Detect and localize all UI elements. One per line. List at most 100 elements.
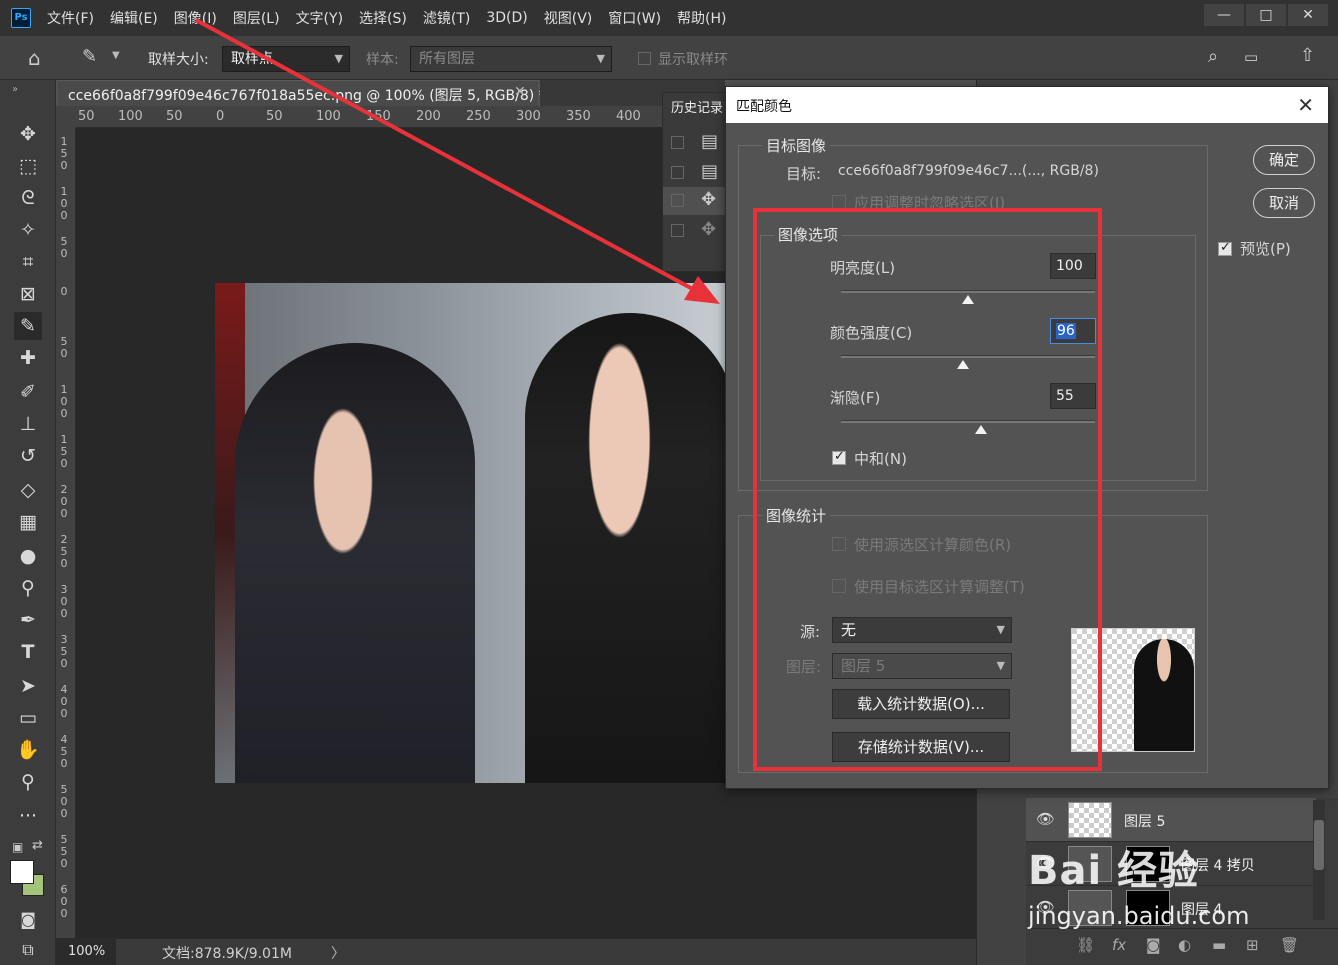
new-group-icon[interactable]: ▬: [1212, 936, 1226, 954]
screen-mode-icon[interactable]: ⧉: [14, 936, 42, 964]
document-tab[interactable]: cce66f0a8f799f09e46c767f018a55ec.png @ 1…: [58, 80, 546, 106]
eyedropper-tool-icon[interactable]: ✎: [82, 46, 97, 67]
menu-type[interactable]: 文字(Y): [296, 8, 343, 28]
fade-input[interactable]: 55: [1050, 383, 1096, 409]
history-item[interactable]: ▤: [663, 159, 725, 187]
type-tool-icon[interactable]: T: [14, 638, 42, 666]
hand-tool-icon[interactable]: ✋: [14, 736, 42, 764]
menu-image[interactable]: 图像(I): [174, 8, 217, 28]
status-menu-arrow-icon[interactable]: 〉: [331, 943, 345, 963]
history-item[interactable]: ✥: [663, 187, 725, 215]
luminance-input[interactable]: 100: [1050, 253, 1096, 279]
layer-row[interactable]: 👁 图层 4 拷贝: [1026, 842, 1316, 886]
history-checkbox[interactable]: [671, 194, 684, 207]
delete-layer-icon[interactable]: 🗑: [1280, 936, 1299, 954]
brush-tool-icon[interactable]: ✐: [14, 378, 42, 406]
eyedropper-tool-icon[interactable]: ✎: [14, 312, 42, 340]
menu-3d[interactable]: 3D(D): [486, 10, 527, 26]
use-target-selection-checkbox[interactable]: [832, 579, 846, 593]
sample-size-select[interactable]: 取样点 ▼: [222, 46, 350, 72]
layer-name[interactable]: 图层 4: [1181, 899, 1222, 919]
layer-name[interactable]: 图层 5: [1124, 811, 1165, 831]
show-ring-checkbox[interactable]: [638, 52, 651, 65]
preview-checkbox[interactable]: [1218, 240, 1232, 256]
rectangle-tool-icon[interactable]: ▭: [14, 704, 42, 732]
horizontal-ruler[interactable]: 50 100 50 0 50 100 150 200 250 300 350 4…: [76, 106, 726, 128]
history-brush-tool-icon[interactable]: ↺: [14, 442, 42, 470]
foreground-color-swatch[interactable]: [10, 860, 34, 884]
quick-select-tool-icon[interactable]: ✧: [14, 216, 42, 244]
move-tool-icon[interactable]: ✥: [14, 120, 42, 148]
sample-select[interactable]: 所有图层 ▼: [410, 46, 612, 72]
home-icon[interactable]: ⌂: [28, 46, 41, 70]
more-tools-icon[interactable]: ···: [14, 802, 42, 830]
vertical-ruler[interactable]: 150 100 50 0 50 100 150 200 250 300 350 …: [56, 128, 76, 938]
tool-preset-chevron-icon[interactable]: ▼: [112, 50, 120, 61]
close-icon[interactable]: ✕: [1297, 93, 1314, 117]
marquee-tool-icon[interactable]: ⬚: [14, 152, 42, 180]
ignore-selection-checkbox[interactable]: [832, 195, 846, 209]
eye-icon[interactable]: 👁: [1036, 898, 1055, 916]
workspace-icon[interactable]: ▭: [1244, 48, 1258, 66]
share-icon[interactable]: ⇧: [1300, 45, 1315, 66]
quick-mask-icon[interactable]: ◙: [14, 906, 42, 934]
layer-row[interactable]: 👁 图层 5: [1026, 798, 1316, 842]
zoom-tool-icon[interactable]: ⚲: [14, 768, 42, 796]
healing-brush-tool-icon[interactable]: ✚: [14, 344, 42, 372]
layer-select[interactable]: 图层 5 ▼: [832, 653, 1012, 679]
menu-filter[interactable]: 滤镜(T): [423, 8, 470, 28]
pen-tool-icon[interactable]: ✒: [14, 606, 42, 634]
fade-slider[interactable]: [841, 420, 1095, 423]
dialog-titlebar[interactable]: 匹配颜色 ✕: [726, 87, 1328, 123]
blur-tool-icon[interactable]: ●: [14, 542, 42, 570]
use-source-selection-checkbox[interactable]: [832, 537, 846, 551]
history-item[interactable]: ✥: [663, 217, 725, 245]
luminance-slider[interactable]: [841, 290, 1095, 293]
swap-colors-icon[interactable]: ⇄: [32, 838, 43, 853]
layer-name[interactable]: 图层 4 拷贝: [1181, 855, 1255, 875]
menu-select[interactable]: 选择(S): [359, 8, 407, 28]
dodge-tool-icon[interactable]: ⚲: [14, 574, 42, 602]
lasso-tool-icon[interactable]: ᘓ: [14, 184, 42, 212]
color-intensity-slider[interactable]: [841, 355, 1095, 358]
menu-view[interactable]: 视图(V): [544, 8, 593, 28]
menu-layer[interactable]: 图层(L): [233, 8, 280, 28]
canvas-image[interactable]: [215, 283, 727, 783]
history-item[interactable]: ▤: [663, 129, 725, 157]
fade-slider-thumb[interactable]: [974, 425, 987, 434]
neutralize-checkbox[interactable]: [832, 449, 846, 465]
maximize-button[interactable]: □: [1246, 4, 1286, 26]
load-statistics-button[interactable]: 载入统计数据(O)...: [832, 689, 1010, 719]
search-icon[interactable]: ⌕: [1208, 46, 1218, 67]
new-layer-icon[interactable]: ⊞: [1246, 936, 1259, 954]
minimize-button[interactable]: —: [1204, 4, 1244, 26]
color-intensity-slider-thumb[interactable]: [956, 360, 969, 369]
clone-stamp-tool-icon[interactable]: ⊥: [14, 410, 42, 438]
crop-tool-icon[interactable]: ⌗: [14, 248, 42, 276]
cancel-button[interactable]: 取消: [1253, 188, 1315, 218]
close-icon[interactable]: ✕: [514, 84, 526, 100]
add-mask-icon[interactable]: ◙: [1146, 936, 1161, 954]
menu-edit[interactable]: 编辑(E): [110, 8, 158, 28]
layer-row[interactable]: 👁 图层 4: [1026, 886, 1316, 930]
layers-scrollbar[interactable]: [1313, 800, 1325, 920]
luminance-slider-thumb[interactable]: [962, 295, 974, 304]
history-checkbox[interactable]: [671, 166, 684, 179]
menu-window[interactable]: 窗口(W): [608, 8, 661, 28]
menu-help[interactable]: 帮助(H): [677, 8, 726, 28]
eye-icon[interactable]: 👁: [1036, 854, 1055, 872]
history-checkbox[interactable]: [671, 224, 684, 237]
menu-file[interactable]: 文件(F): [47, 8, 94, 28]
layer-style-icon[interactable]: fx: [1112, 936, 1126, 954]
source-select[interactable]: 无 ▼: [832, 617, 1012, 643]
history-checkbox[interactable]: [671, 136, 684, 149]
expand-panel-icon[interactable]: »: [12, 84, 18, 95]
adjustment-layer-icon[interactable]: ◐: [1178, 936, 1191, 954]
link-layers-icon[interactable]: ⛓: [1076, 936, 1095, 954]
save-statistics-button[interactable]: 存储统计数据(V)...: [832, 732, 1010, 762]
color-intensity-input[interactable]: 96: [1050, 318, 1096, 344]
eye-icon[interactable]: 👁: [1036, 810, 1055, 828]
zoom-level-field[interactable]: 100%: [56, 939, 116, 965]
frame-tool-icon[interactable]: ⊠: [14, 280, 42, 308]
close-window-button[interactable]: ✕: [1288, 4, 1328, 26]
